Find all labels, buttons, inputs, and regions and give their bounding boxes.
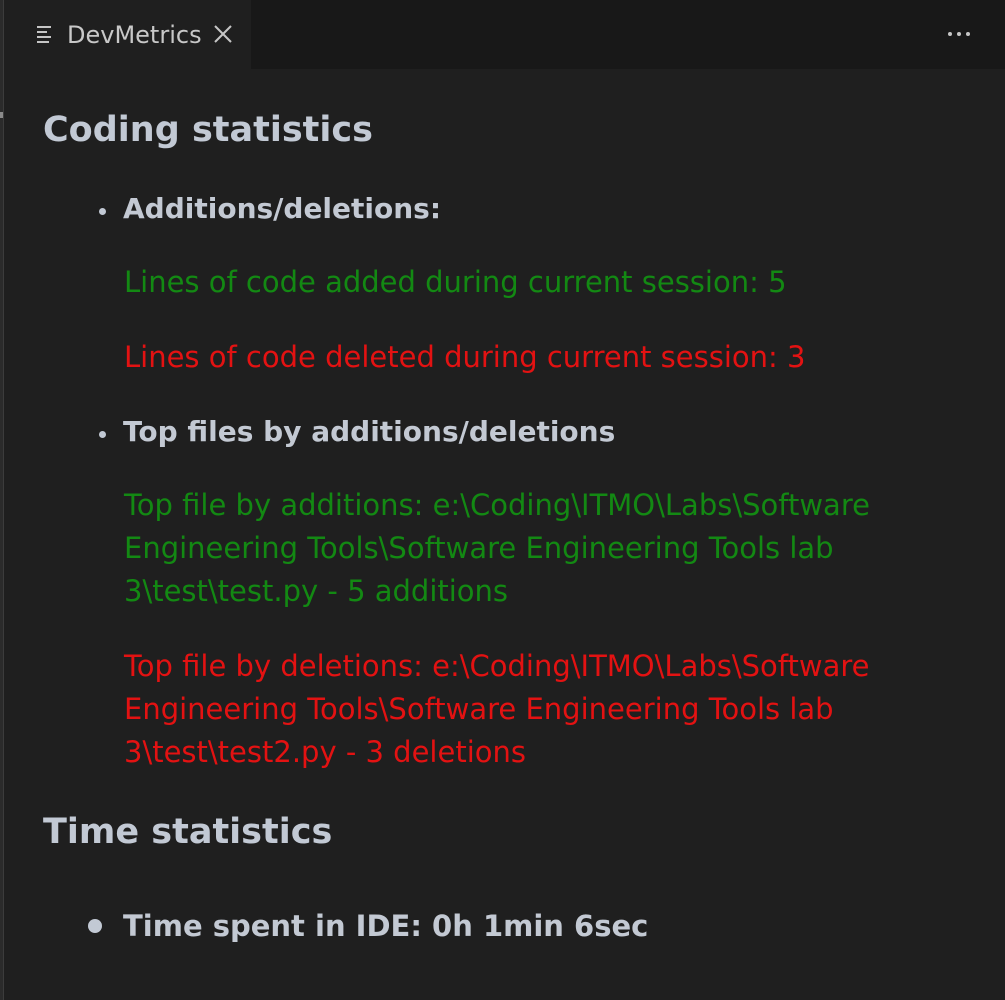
top-files-label: Top files by additions/deletions: [123, 415, 616, 448]
preview-icon: [37, 26, 55, 43]
more-dot: [957, 32, 961, 36]
more-actions-icon[interactable]: [941, 22, 977, 46]
more-dot: [948, 32, 952, 36]
top-file-deletions-text: Top file by deletions: e:\Coding\ITMO\La…: [124, 649, 870, 769]
close-icon[interactable]: [211, 22, 235, 46]
lines-added-text: Lines of code added during current sessi…: [124, 265, 787, 299]
lines-deleted-text: Lines of code deleted during current ses…: [124, 340, 806, 374]
sidebar-edge: [0, 0, 4, 1000]
bullet-icon: [99, 208, 106, 215]
top-file-additions-text: Top file by additions: e:\Coding\ITMO\La…: [124, 488, 870, 608]
more-dot: [966, 32, 970, 36]
bullet-icon: [99, 431, 106, 438]
tab-title: DevMetrics: [67, 21, 202, 49]
bullet-icon: [88, 919, 102, 933]
tab-bar: DevMetrics: [5, 0, 1005, 69]
tab-devmetrics[interactable]: DevMetrics: [5, 0, 251, 69]
time-statistics-heading: Time statistics: [43, 812, 333, 852]
additions-deletions-label: Additions/deletions:: [123, 192, 442, 225]
editor-window: DevMetrics Coding statistics Additions/d…: [0, 0, 1005, 1000]
sash-indicator: [0, 112, 3, 118]
time-spent-text: Time spent in IDE: 0h 1min 6sec: [123, 909, 649, 943]
coding-statistics-heading: Coding statistics: [43, 110, 373, 150]
